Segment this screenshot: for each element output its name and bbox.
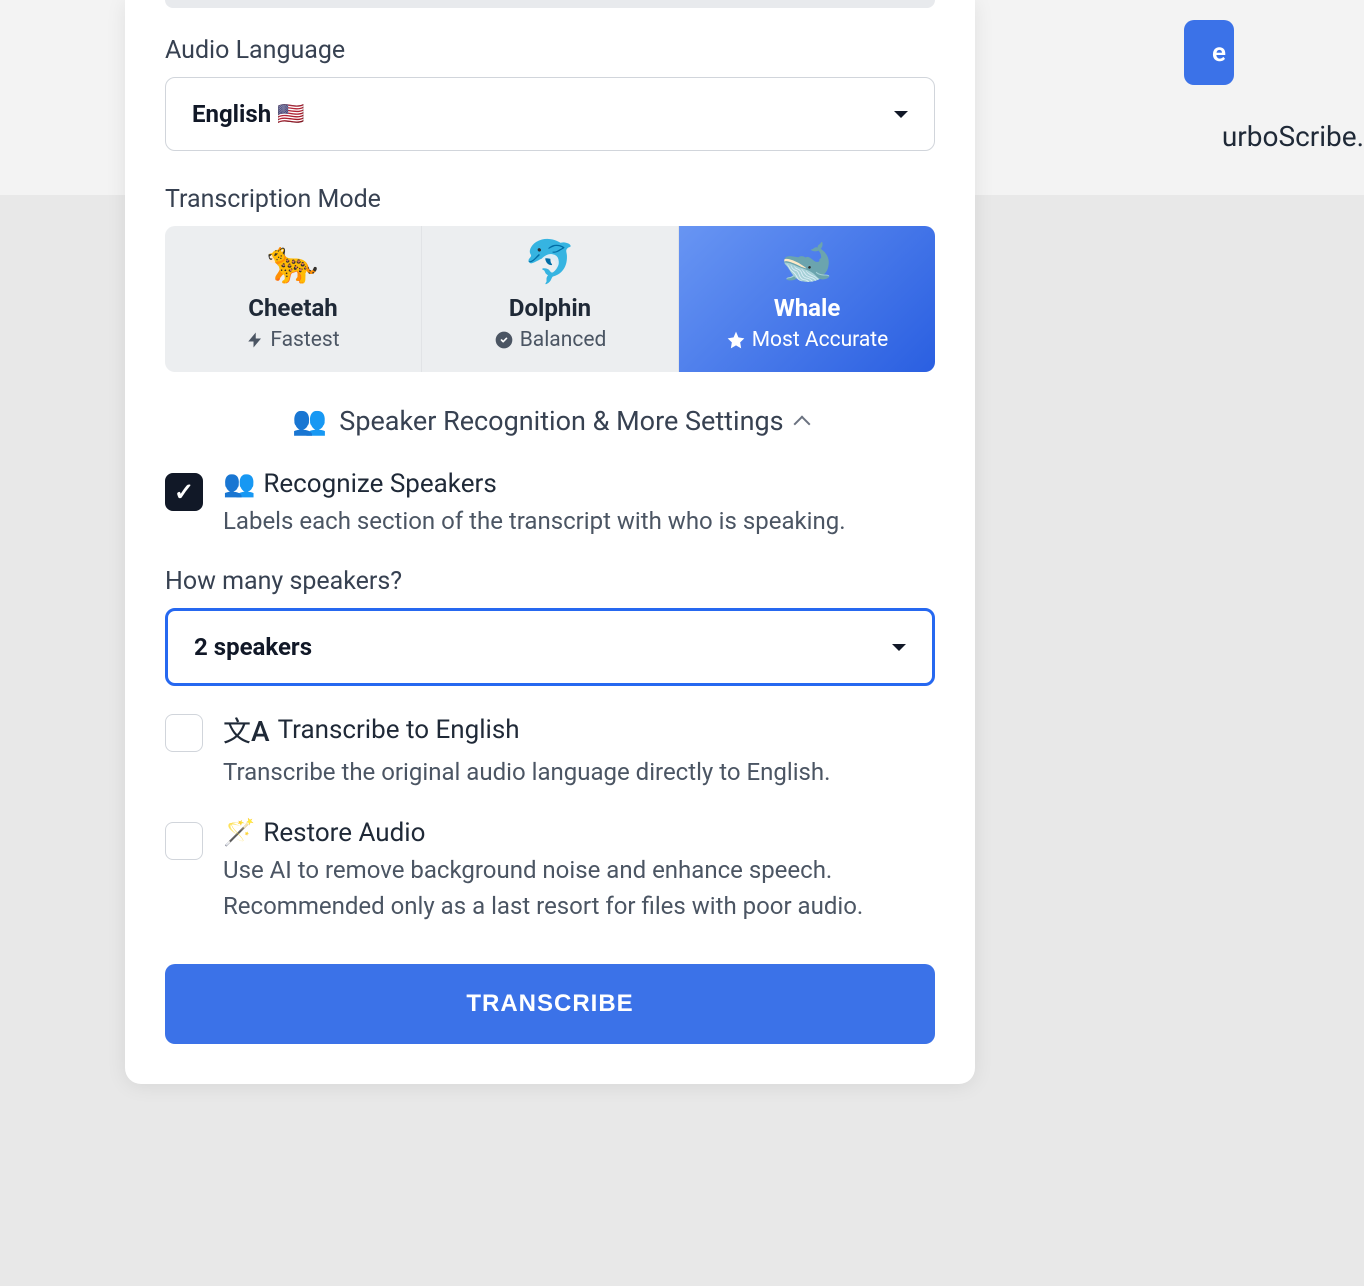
background-button-fragment: e — [1184, 20, 1234, 85]
chevron-up-icon — [793, 415, 810, 432]
speaker-count-value: 2 speakers — [194, 633, 312, 661]
mode-option-dolphin[interactable]: 🐬 Dolphin Balanced — [422, 226, 679, 372]
audio-language-label: Audio Language — [165, 36, 935, 65]
settings-toggle[interactable]: 👥 Speaker Recognition & More Settings — [165, 404, 935, 437]
audio-language-value: English — [192, 100, 271, 128]
recognize-speakers-title: Recognize Speakers — [263, 469, 496, 499]
restore-audio-desc: Use AI to remove background noise and en… — [223, 852, 935, 924]
cheetah-emoji-icon: 🐆 — [267, 242, 319, 284]
check-badge-icon — [494, 330, 514, 350]
people-icon: 👥 — [223, 469, 255, 499]
transcribe-english-title: Transcribe to English — [278, 715, 520, 745]
recognize-speakers-desc: Labels each section of the transcript wi… — [223, 503, 935, 539]
dolphin-emoji-icon: 🐬 — [524, 242, 576, 284]
recognize-speakers-checkbox[interactable]: ✓ — [165, 473, 203, 511]
mode-option-cheetah[interactable]: 🐆 Cheetah Fastest — [165, 226, 422, 372]
speaker-count-label: How many speakers? — [165, 567, 935, 596]
background-text-fragment: urboScribe. — [1222, 120, 1364, 153]
people-icon: 👥 — [292, 404, 327, 437]
translate-icon: 文A — [223, 710, 270, 750]
chevron-down-icon — [892, 644, 906, 651]
transcription-settings-modal: Audio Language English 🇺🇸 Transcription … — [125, 0, 975, 1084]
whale-emoji-icon: 🐋 — [781, 242, 833, 284]
speaker-count-select[interactable]: 2 speakers — [165, 608, 935, 686]
audio-language-select[interactable]: English 🇺🇸 — [165, 77, 935, 151]
mode-name: Cheetah — [248, 294, 337, 322]
transcribe-english-desc: Transcribe the original audio language d… — [223, 754, 935, 790]
bolt-icon — [246, 331, 264, 349]
settings-toggle-label: Speaker Recognition & More Settings — [339, 405, 783, 437]
restore-audio-checkbox[interactable] — [165, 822, 203, 860]
wand-icon: 🪄 — [223, 818, 255, 848]
star-icon — [726, 330, 746, 350]
mode-subtitle: Fastest — [270, 328, 339, 352]
mode-name: Whale — [774, 294, 841, 322]
restore-audio-title: Restore Audio — [263, 818, 425, 848]
transcribe-button[interactable]: TRANSCRIBE — [165, 964, 935, 1044]
mode-option-whale[interactable]: 🐋 Whale Most Accurate — [679, 226, 935, 372]
flag-icon: 🇺🇸 — [277, 102, 304, 127]
transcription-mode-group: 🐆 Cheetah Fastest 🐬 Dolphin Balanced 🐋 W… — [165, 226, 935, 372]
transcription-mode-label: Transcription Mode — [165, 185, 935, 214]
mode-subtitle: Balanced — [520, 328, 607, 352]
checkmark-icon: ✓ — [174, 478, 194, 506]
chevron-down-icon — [894, 111, 908, 118]
mode-subtitle: Most Accurate — [752, 328, 889, 352]
transcribe-english-checkbox[interactable] — [165, 714, 203, 752]
upload-area-fragment — [165, 0, 935, 8]
mode-name: Dolphin — [509, 294, 591, 322]
